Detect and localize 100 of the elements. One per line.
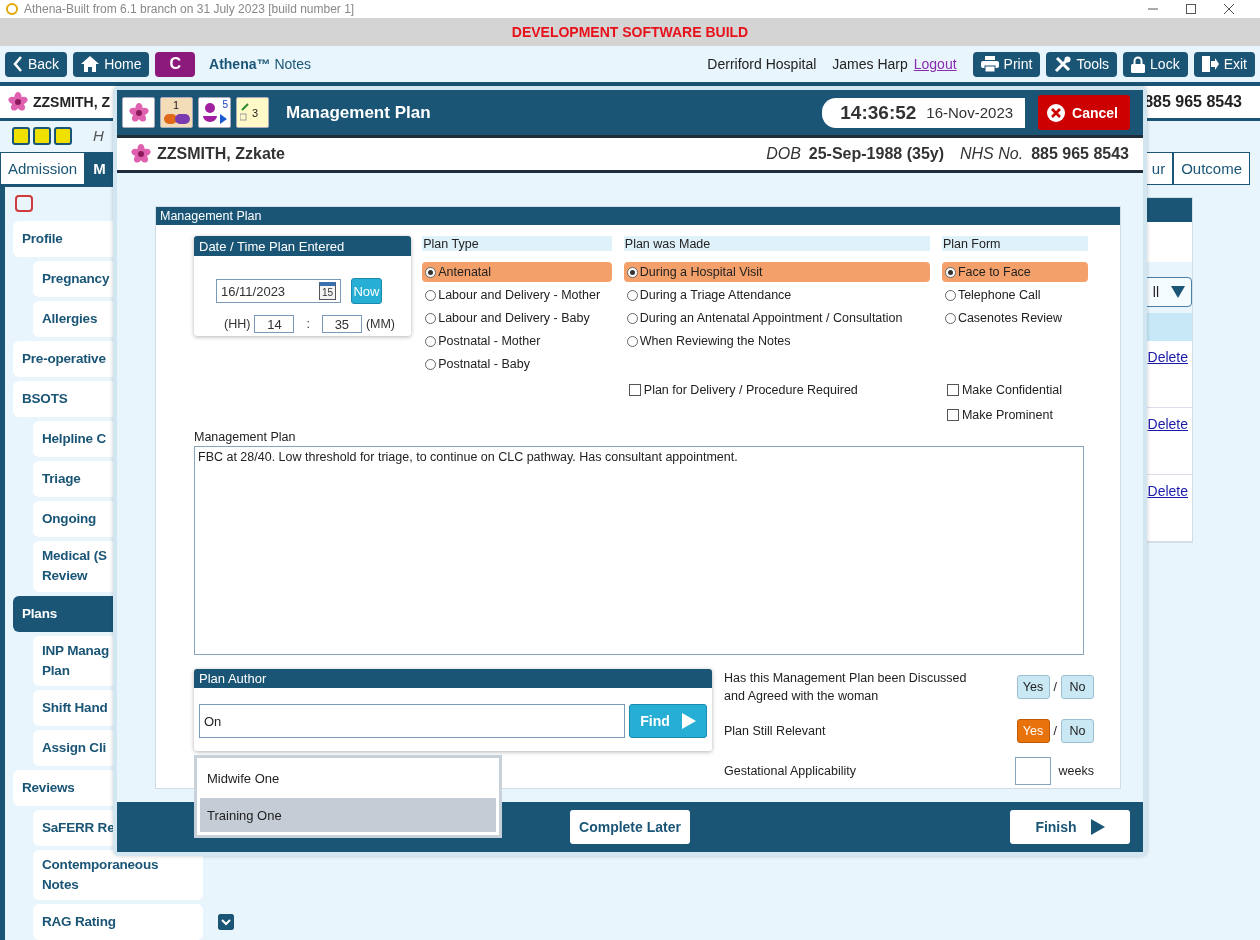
no-button[interactable]: No: [1061, 675, 1094, 699]
radio-icon: [626, 335, 638, 347]
radio-option[interactable]: Postnatal - Mother: [422, 331, 612, 351]
radio-option[interactable]: When Reviewing the Notes: [623, 331, 930, 351]
radio-icon: [626, 312, 638, 324]
no-button[interactable]: No: [1061, 719, 1094, 743]
checkbox[interactable]: [946, 409, 959, 421]
radio-option[interactable]: During a Triage Attendance: [623, 285, 930, 305]
radio-icon: [425, 358, 437, 370]
tab[interactable]: Outcome: [1173, 152, 1250, 185]
yes-button[interactable]: Yes: [1016, 675, 1050, 699]
time-separator: :: [306, 317, 310, 331]
maximize-icon[interactable]: [1186, 4, 1196, 14]
minutes-field[interactable]: 35: [321, 315, 362, 333]
separator: /: [1053, 680, 1057, 694]
nhs-label: NHS No.: [960, 145, 1024, 163]
dialog-title: Management Plan: [286, 102, 431, 123]
app-name: Athena™ Notes: [209, 56, 311, 72]
c-icon[interactable]: [15, 195, 33, 213]
close-icon: [1046, 102, 1067, 123]
radio-option[interactable]: Labour and Delivery - Mother: [422, 285, 612, 305]
radio-icon: [944, 266, 956, 278]
tools-button[interactable]: Tools: [1046, 51, 1118, 77]
radio-option[interactable]: Face to Face: [941, 262, 1088, 282]
group-header: Plan Form: [941, 236, 1088, 251]
person-icon[interactable]: 5: [198, 97, 231, 128]
suggestion-item[interactable]: Midwife One: [200, 761, 496, 795]
notepad-icon[interactable]: 3: [236, 97, 269, 128]
delete-link[interactable]: Delete: [1147, 349, 1188, 407]
alert-icon[interactable]: [54, 126, 72, 145]
radio-option[interactable]: Postnatal - Baby: [422, 354, 612, 374]
printer-icon: [980, 56, 999, 72]
separator: /: [1053, 724, 1057, 738]
radio-icon: [626, 289, 638, 301]
cancel-button[interactable]: Cancel: [1038, 95, 1130, 130]
minutes-label: (MM): [365, 317, 396, 331]
group-header: Plan Type: [422, 236, 612, 251]
user-name: James Harp: [832, 56, 908, 72]
c-button[interactable]: C: [155, 51, 196, 77]
flower-icon[interactable]: [122, 97, 155, 128]
notes-field[interactable]: FBC at 28/40. Low threshold for triage, to continue on CLC pathway. Has consultant appointment.: [194, 446, 1084, 655]
radio-option[interactable]: Labour and Delivery - Baby: [422, 308, 612, 328]
tools-icon: [1054, 55, 1072, 73]
field-label: Management Plan: [194, 430, 297, 444]
radio-option[interactable]: Telephone Call: [941, 285, 1088, 305]
checkbox[interactable]: [946, 384, 959, 396]
author-field[interactable]: On: [199, 704, 625, 738]
radio-icon: [425, 266, 437, 278]
checkbox-label: Plan for Delivery / Procedure Required: [643, 383, 858, 397]
tab[interactable]: M: [85, 152, 114, 185]
complete-later-button[interactable]: Complete Later: [570, 810, 690, 844]
window-title: Athena-Built from 6.1 branch on 31 July 2023 [build number 1]: [24, 2, 355, 16]
alert-text: H: [93, 127, 104, 144]
tab[interactable]: Admission: [0, 152, 86, 185]
exit-button[interactable]: Exit: [1193, 51, 1255, 77]
radio-option[interactable]: Casenotes Review: [941, 308, 1088, 328]
weeks-field[interactable]: [1014, 757, 1051, 785]
scroll-down-icon[interactable]: [218, 914, 234, 930]
logout-link[interactable]: Logout: [913, 56, 957, 72]
alert-icon[interactable]: [33, 126, 51, 145]
sidebar-item[interactable]: Contemporaneous Notes: [33, 849, 203, 900]
nhs-number: 885 965 8543: [1031, 145, 1129, 163]
radio-icon: [425, 289, 437, 301]
checkbox-label: Make Confidential: [961, 383, 1062, 397]
date-field[interactable]: 16/11/2023 15: [216, 279, 341, 303]
dob-value: 25-Sep-1988 (35y): [808, 145, 944, 163]
play-icon: [1090, 819, 1105, 835]
checkbox[interactable]: [628, 384, 641, 396]
question-label: Has this Management Plan been Discussed and Agreed with the woman: [724, 670, 967, 705]
delete-link[interactable]: Delete: [1147, 416, 1188, 474]
pill-icon[interactable]: 1: [160, 97, 193, 128]
dob-label: DOB: [766, 145, 801, 163]
alert-icon[interactable]: [12, 126, 30, 145]
home-button[interactable]: Home: [73, 51, 150, 77]
suggestion-item[interactable]: Training One: [200, 798, 496, 832]
print-button[interactable]: Print: [972, 51, 1041, 77]
clock: 14:36:52 16-Nov-2023: [822, 97, 1026, 128]
chevron-left-icon: [13, 56, 23, 72]
finish-button[interactable]: Finish: [1010, 810, 1130, 844]
close-icon[interactable]: [1224, 4, 1234, 14]
flower-icon: [131, 144, 151, 164]
delete-link[interactable]: Delete: [1147, 483, 1188, 541]
radio-icon: [626, 266, 638, 278]
section-header: Management Plan: [156, 207, 1120, 225]
radio-option[interactable]: Antenatal: [422, 262, 612, 282]
back-button[interactable]: Back: [5, 51, 68, 77]
lock-button[interactable]: Lock: [1123, 51, 1188, 77]
question-label: Gestational Applicability: [724, 763, 857, 780]
radio-icon: [944, 312, 956, 324]
radio-icon: [425, 335, 437, 347]
exit-icon: [1201, 56, 1219, 72]
radio-icon: [944, 289, 956, 301]
radio-option[interactable]: During an Antenatal Appointment / Consultation: [623, 308, 930, 328]
banner-title: DEVELOPMENT SOFTWARE BUILD: [511, 24, 749, 40]
question-label: Plan Still Relevant: [724, 723, 826, 740]
hours-field[interactable]: 14: [254, 315, 295, 333]
radio-option[interactable]: During a Hospital Visit: [623, 262, 930, 282]
sidebar-item[interactable]: RAG Rating: [33, 904, 203, 940]
box-header: Plan Author: [194, 669, 712, 688]
patient-name: ZZSMITH, Z: [33, 94, 110, 110]
